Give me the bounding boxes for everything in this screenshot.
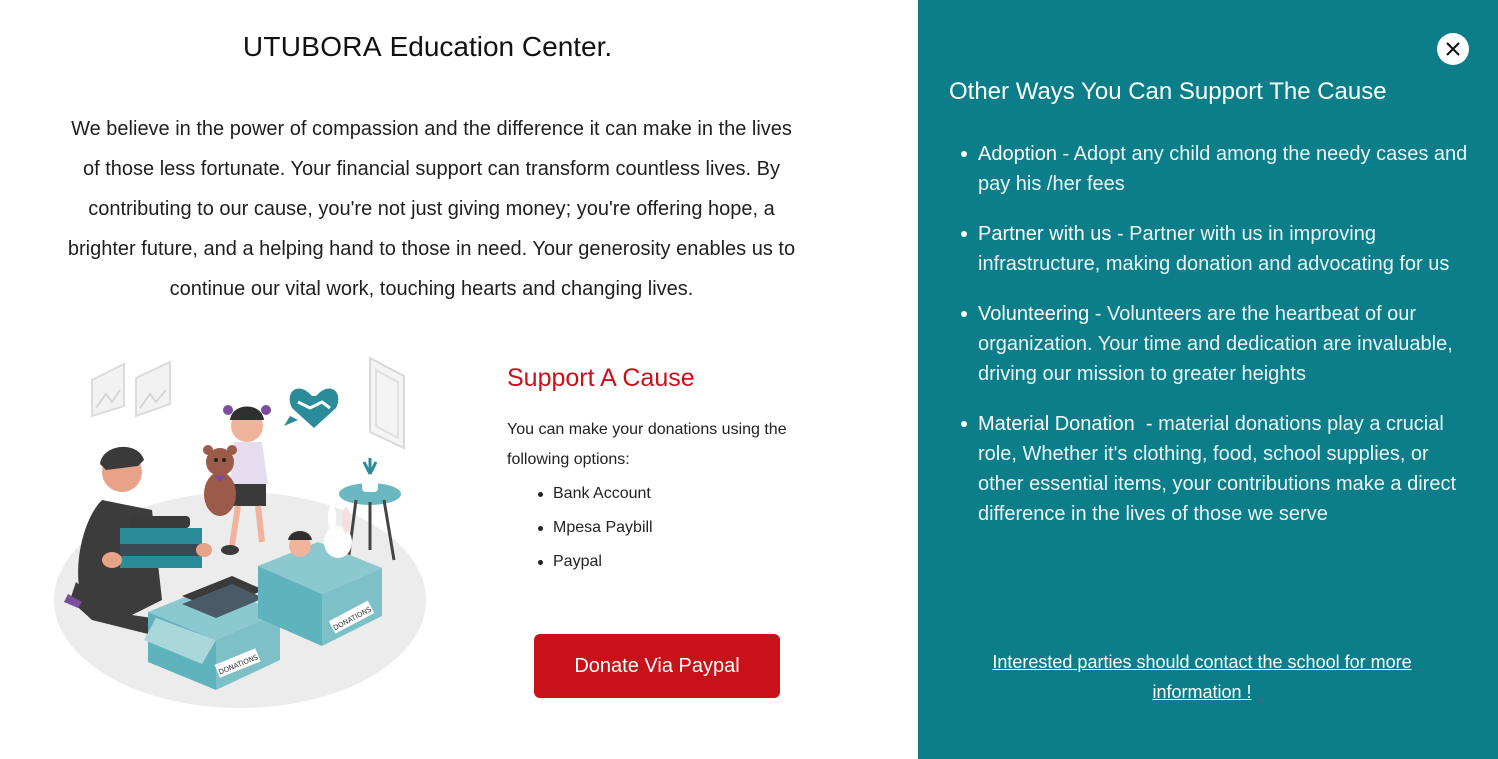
- title-rest: Education Center.: [381, 31, 613, 62]
- way-title: Material Donation: [978, 413, 1135, 435]
- door-frame-icon: [369, 356, 405, 450]
- heart-handshake-icon: [284, 388, 339, 428]
- brand-name: UTUBORA: [242, 31, 382, 62]
- close-icon: [1446, 42, 1460, 56]
- support-ways-panel: Other Ways You Can Support The Cause Ado…: [918, 0, 1498, 759]
- support-ways-list: Adoption - Adopt any child among the nee…: [958, 139, 1470, 549]
- donation-illustration: DONATIONS DONATIONS: [54, 356, 426, 708]
- close-button[interactable]: [1437, 33, 1469, 65]
- donate-paypal-button[interactable]: Donate Via Paypal: [534, 634, 780, 698]
- way-title: Adoption: [978, 143, 1057, 165]
- option-paypal: Paypal: [536, 548, 653, 582]
- page-title: UTUBORA Education Center.: [0, 31, 855, 63]
- panel-heading: Other Ways You Can Support The Cause: [949, 78, 1387, 105]
- teddy-bear: [203, 445, 237, 516]
- support-heading: Support A Cause: [507, 364, 695, 392]
- donation-options-list: Bank Account Mpesa Paybill Paypal: [536, 480, 653, 582]
- support-description: You can make your donations using the fo…: [507, 421, 787, 468]
- way-title: Partner with us: [978, 223, 1112, 245]
- way-separator: -: [1089, 303, 1107, 325]
- intro-paragraph: We believe in the power of compassion an…: [67, 118, 796, 300]
- way-adoption: Adoption - Adopt any child among the nee…: [958, 139, 1470, 199]
- way-material-donation: Material Donation - material donations p…: [958, 409, 1470, 529]
- way-title: Volunteering: [978, 303, 1090, 325]
- way-partner: Partner with us - Partner with us in imp…: [958, 219, 1470, 279]
- way-separator: -: [1134, 413, 1159, 435]
- way-volunteering: Volunteering - Volunteers are the heartb…: [958, 299, 1470, 389]
- way-separator: -: [1111, 223, 1130, 245]
- way-separator: -: [1056, 143, 1074, 165]
- picture-frame-icon: [91, 360, 171, 418]
- contact-school-link[interactable]: Interested parties should contact the sc…: [949, 647, 1455, 707]
- option-bank-account: Bank Account: [536, 480, 653, 514]
- donation-info-section: UTUBORA Education Center. We believe in …: [0, 0, 918, 759]
- option-mpesa-paybill: Mpesa Paybill: [536, 514, 653, 548]
